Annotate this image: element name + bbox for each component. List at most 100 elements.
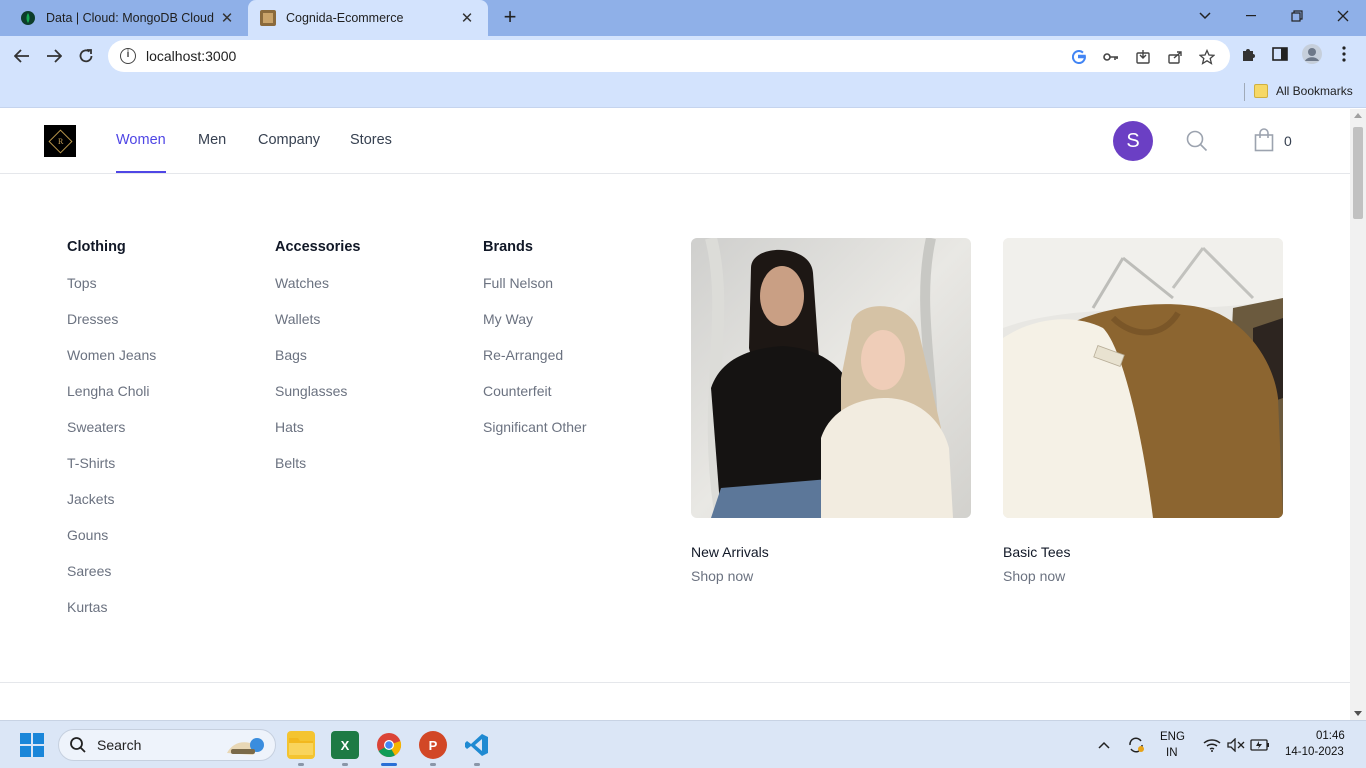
menu-column-brands: Brands Full Nelson My Way Re-Arranged Co… xyxy=(483,239,587,437)
menu-link[interactable]: Significant Other xyxy=(483,419,587,437)
nav-company[interactable]: Company xyxy=(258,132,320,148)
clock-date[interactable]: 14-10-2023 xyxy=(1285,746,1344,758)
search-icon[interactable] xyxy=(1186,130,1208,152)
file-explorer-icon[interactable] xyxy=(287,731,315,759)
shop-now-link[interactable]: Shop now xyxy=(691,568,971,584)
side-panel-icon[interactable] xyxy=(1270,44,1290,64)
site-header: R Women Men Company Stores S 0 xyxy=(0,109,1350,174)
mongodb-leaf-icon xyxy=(20,10,36,26)
shop-now-link[interactable]: Shop now xyxy=(1003,568,1283,584)
tray-chevron-up-icon[interactable] xyxy=(1094,735,1114,755)
chrome-menu-icon[interactable] xyxy=(1334,44,1354,64)
nav-men[interactable]: Men xyxy=(198,132,226,148)
menu-column-clothing: Clothing Tops Dresses Women Jeans Lengha… xyxy=(67,239,156,617)
menu-link[interactable]: Belts xyxy=(275,455,360,473)
browser-tab-cognida[interactable]: Cognida-Ecommerce ✕ xyxy=(248,0,488,36)
menu-link[interactable]: Sweaters xyxy=(67,419,156,437)
new-tab-button[interactable]: + xyxy=(498,6,522,30)
menu-link[interactable]: Full Nelson xyxy=(483,275,587,293)
sync-icon[interactable] xyxy=(1126,735,1146,755)
menu-link[interactable]: Dresses xyxy=(67,311,156,329)
language-code[interactable]: ENG xyxy=(1160,731,1185,743)
menu-link[interactable]: Counterfeit xyxy=(483,383,587,401)
clock-time[interactable]: 01:46 xyxy=(1316,730,1345,742)
url-text: localhost:3000 xyxy=(146,48,237,64)
column-heading: Accessories xyxy=(275,239,361,255)
powerpoint-icon[interactable]: P xyxy=(419,731,447,759)
browser-tab-mongodb[interactable]: Data | Cloud: MongoDB Cloud ✕ xyxy=(8,0,248,36)
site-logo[interactable]: R xyxy=(44,125,76,157)
menu-link[interactable]: Re-Arranged xyxy=(483,347,587,365)
web-page: R Women Men Company Stores S 0 Clothing … xyxy=(0,109,1350,720)
tab-search-chevron-icon[interactable] xyxy=(1182,0,1228,32)
menu-link[interactable]: Tops xyxy=(67,275,156,293)
close-tab-icon[interactable]: ✕ xyxy=(218,9,236,27)
google-g-icon[interactable] xyxy=(1070,48,1088,66)
menu-link[interactable]: Sarees xyxy=(67,563,156,581)
menu-link[interactable]: Lengha Choli xyxy=(67,383,156,401)
battery-icon[interactable] xyxy=(1250,735,1270,755)
basic-tees-photo[interactable] xyxy=(1003,238,1283,518)
nav-women[interactable]: Women xyxy=(116,132,166,148)
column-heading: Clothing xyxy=(67,239,126,255)
forward-arrow-icon[interactable] xyxy=(38,40,70,72)
minimize-icon[interactable] xyxy=(1228,0,1274,32)
menu-link[interactable]: Jackets xyxy=(67,491,156,509)
restore-icon[interactable] xyxy=(1274,0,1320,32)
menu-link[interactable]: Sunglasses xyxy=(275,383,360,401)
language-region[interactable]: IN xyxy=(1166,747,1178,759)
menu-bottom-divider xyxy=(0,682,1350,683)
search-icon xyxy=(70,737,86,753)
feature-card-basic-tees[interactable]: Basic Tees Shop now xyxy=(1003,238,1283,584)
menu-link[interactable]: T-Shirts xyxy=(67,455,156,473)
site-info-icon[interactable]: i xyxy=(120,48,136,64)
install-app-icon[interactable] xyxy=(1134,48,1152,66)
menu-link[interactable]: Watches xyxy=(275,275,360,293)
logo-letter: R xyxy=(57,136,63,146)
scroll-down-arrow-icon[interactable] xyxy=(1354,711,1362,716)
volume-muted-icon[interactable] xyxy=(1226,735,1246,755)
bookmarks-bar: All Bookmarks xyxy=(0,76,1366,108)
user-avatar[interactable]: S xyxy=(1113,121,1153,161)
menu-link[interactable]: Bags xyxy=(275,347,360,365)
nav-stores[interactable]: Stores xyxy=(350,132,392,148)
back-arrow-icon[interactable] xyxy=(6,40,38,72)
close-window-icon[interactable] xyxy=(1320,0,1366,32)
menu-link[interactable]: Kurtas xyxy=(67,599,156,617)
menu-link[interactable]: Women Jeans xyxy=(67,347,156,365)
wifi-icon[interactable] xyxy=(1202,735,1222,755)
bookmark-star-icon[interactable] xyxy=(1198,48,1216,66)
running-indicator xyxy=(298,763,304,766)
new-arrivals-photo[interactable] xyxy=(691,238,971,518)
nav-active-indicator xyxy=(116,171,166,173)
reload-icon[interactable] xyxy=(70,40,102,72)
column-heading: Brands xyxy=(483,239,533,255)
feature-title[interactable]: New Arrivals xyxy=(691,544,971,560)
menu-link[interactable]: Wallets xyxy=(275,311,360,329)
all-bookmarks-button[interactable]: All Bookmarks xyxy=(1276,84,1353,98)
address-bar[interactable]: i localhost:3000 xyxy=(108,40,1230,72)
chrome-icon[interactable] xyxy=(375,731,403,759)
windows-start-icon[interactable] xyxy=(20,733,44,757)
scrollbar-thumb[interactable] xyxy=(1353,127,1363,219)
taskbar-search-box[interactable]: Search xyxy=(58,729,276,761)
menu-link[interactable]: Hats xyxy=(275,419,360,437)
profile-avatar-icon[interactable] xyxy=(1302,44,1322,64)
vscode-icon[interactable] xyxy=(463,731,491,759)
bookmarks-divider xyxy=(1244,83,1245,101)
feature-card-new-arrivals[interactable]: New Arrivals Shop now xyxy=(691,238,971,584)
folder-icon xyxy=(1254,84,1268,98)
page-scrollbar[interactable] xyxy=(1350,109,1366,720)
menu-link[interactable]: Gouns xyxy=(67,527,156,545)
feature-title[interactable]: Basic Tees xyxy=(1003,544,1283,560)
extensions-puzzle-icon[interactable] xyxy=(1238,44,1258,64)
share-icon[interactable] xyxy=(1166,48,1184,66)
tab-title: Data | Cloud: MongoDB Cloud xyxy=(46,11,214,25)
running-indicator xyxy=(342,763,348,766)
excel-icon[interactable]: X xyxy=(331,731,359,759)
key-icon[interactable] xyxy=(1102,48,1120,66)
close-tab-icon[interactable]: ✕ xyxy=(458,9,476,27)
shopping-bag-icon[interactable] xyxy=(1254,128,1276,152)
menu-link[interactable]: My Way xyxy=(483,311,587,329)
scroll-up-arrow-icon[interactable] xyxy=(1354,113,1362,118)
